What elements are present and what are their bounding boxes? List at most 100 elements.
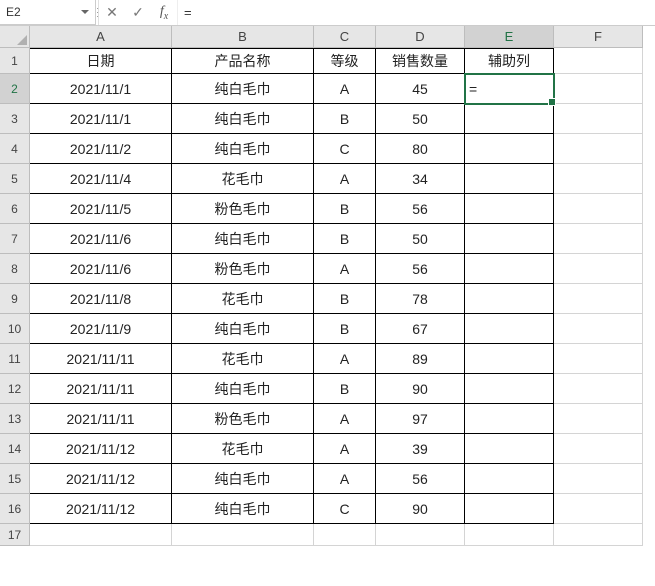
- cell[interactable]: 2021/11/2: [30, 134, 172, 164]
- row-header[interactable]: 5: [0, 164, 30, 194]
- cell[interactable]: [465, 434, 554, 464]
- cancel-button[interactable]: ✕: [99, 0, 125, 25]
- row-header[interactable]: 7: [0, 224, 30, 254]
- row-header[interactable]: 6: [0, 194, 30, 224]
- cell[interactable]: 2021/11/11: [30, 344, 172, 374]
- cell[interactable]: 90: [376, 494, 465, 524]
- col-header-E[interactable]: E: [465, 26, 554, 48]
- cell[interactable]: [465, 404, 554, 434]
- cell-F1[interactable]: [554, 48, 643, 74]
- cell[interactable]: A: [314, 254, 376, 284]
- cell[interactable]: 56: [376, 254, 465, 284]
- cell[interactable]: 90: [376, 374, 465, 404]
- cell[interactable]: 78: [376, 284, 465, 314]
- cell-C2[interactable]: A: [314, 74, 376, 104]
- cell[interactable]: [465, 524, 554, 546]
- row-header[interactable]: 8: [0, 254, 30, 284]
- cell[interactable]: 2021/11/12: [30, 494, 172, 524]
- cell[interactable]: 纯白毛巾: [172, 494, 314, 524]
- cell[interactable]: B: [314, 104, 376, 134]
- row-header[interactable]: 13: [0, 404, 30, 434]
- cell[interactable]: [465, 494, 554, 524]
- cell[interactable]: A: [314, 164, 376, 194]
- cell[interactable]: [554, 434, 643, 464]
- select-all-corner[interactable]: [0, 26, 30, 48]
- cell[interactable]: 纯白毛巾: [172, 314, 314, 344]
- cell[interactable]: 50: [376, 104, 465, 134]
- formula-input[interactable]: =: [177, 0, 655, 25]
- cell[interactable]: 34: [376, 164, 465, 194]
- cell[interactable]: 39: [376, 434, 465, 464]
- row-header[interactable]: 11: [0, 344, 30, 374]
- cell[interactable]: [554, 374, 643, 404]
- row-header[interactable]: 17: [0, 524, 30, 546]
- cell[interactable]: [554, 314, 643, 344]
- cell[interactable]: B: [314, 314, 376, 344]
- cell[interactable]: 2021/11/5: [30, 194, 172, 224]
- cell[interactable]: 2021/11/12: [30, 464, 172, 494]
- cell[interactable]: B: [314, 374, 376, 404]
- cell[interactable]: 2021/11/11: [30, 374, 172, 404]
- cell[interactable]: 2021/11/12: [30, 434, 172, 464]
- row-header[interactable]: 2: [0, 74, 30, 104]
- cell-A1[interactable]: 日期: [30, 48, 172, 74]
- row-header[interactable]: 14: [0, 434, 30, 464]
- cell[interactable]: [30, 524, 172, 546]
- cell[interactable]: C: [314, 134, 376, 164]
- cell[interactable]: 花毛巾: [172, 344, 314, 374]
- cell[interactable]: A: [314, 404, 376, 434]
- row-header[interactable]: 1: [0, 48, 30, 74]
- cell-C1[interactable]: 等级: [314, 48, 376, 74]
- cell[interactable]: [465, 224, 554, 254]
- cell[interactable]: [554, 164, 643, 194]
- cell[interactable]: [465, 104, 554, 134]
- cell[interactable]: A: [314, 434, 376, 464]
- cell[interactable]: 2021/11/4: [30, 164, 172, 194]
- cell[interactable]: [554, 344, 643, 374]
- row-header[interactable]: 16: [0, 494, 30, 524]
- cell[interactable]: 纯白毛巾: [172, 104, 314, 134]
- cell-E2[interactable]: =: [465, 74, 554, 104]
- enter-button[interactable]: ✓: [125, 0, 151, 25]
- cell[interactable]: 粉色毛巾: [172, 194, 314, 224]
- cell[interactable]: 56: [376, 194, 465, 224]
- cell[interactable]: 纯白毛巾: [172, 464, 314, 494]
- cell[interactable]: [465, 254, 554, 284]
- cell[interactable]: B: [314, 284, 376, 314]
- cell-E1[interactable]: 辅助列: [465, 48, 554, 74]
- cell[interactable]: [376, 524, 465, 546]
- cell[interactable]: [554, 104, 643, 134]
- cell[interactable]: 56: [376, 464, 465, 494]
- cell[interactable]: 89: [376, 344, 465, 374]
- col-header-D[interactable]: D: [376, 26, 465, 48]
- col-header-C[interactable]: C: [314, 26, 376, 48]
- row-header[interactable]: 9: [0, 284, 30, 314]
- cell[interactable]: 67: [376, 314, 465, 344]
- cell[interactable]: [465, 314, 554, 344]
- name-box[interactable]: E2: [0, 0, 96, 25]
- cell[interactable]: [465, 164, 554, 194]
- cell-D1[interactable]: 销售数量: [376, 48, 465, 74]
- cell-D2[interactable]: 45: [376, 74, 465, 104]
- cell[interactable]: 粉色毛巾: [172, 404, 314, 434]
- cell[interactable]: [554, 194, 643, 224]
- cell[interactable]: [465, 344, 554, 374]
- col-header-F[interactable]: F: [554, 26, 643, 48]
- col-header-B[interactable]: B: [172, 26, 314, 48]
- cell[interactable]: 80: [376, 134, 465, 164]
- cell[interactable]: 2021/11/11: [30, 404, 172, 434]
- cell[interactable]: B: [314, 194, 376, 224]
- cell[interactable]: A: [314, 464, 376, 494]
- cell[interactable]: [554, 284, 643, 314]
- cell[interactable]: C: [314, 494, 376, 524]
- cell[interactable]: [465, 374, 554, 404]
- row-header[interactable]: 3: [0, 104, 30, 134]
- row-header[interactable]: 4: [0, 134, 30, 164]
- cell[interactable]: 纯白毛巾: [172, 374, 314, 404]
- cell[interactable]: [465, 134, 554, 164]
- cell[interactable]: 纯白毛巾: [172, 134, 314, 164]
- cell[interactable]: 花毛巾: [172, 284, 314, 314]
- cell[interactable]: [554, 404, 643, 434]
- row-header[interactable]: 10: [0, 314, 30, 344]
- insert-function-button[interactable]: fx: [151, 0, 177, 25]
